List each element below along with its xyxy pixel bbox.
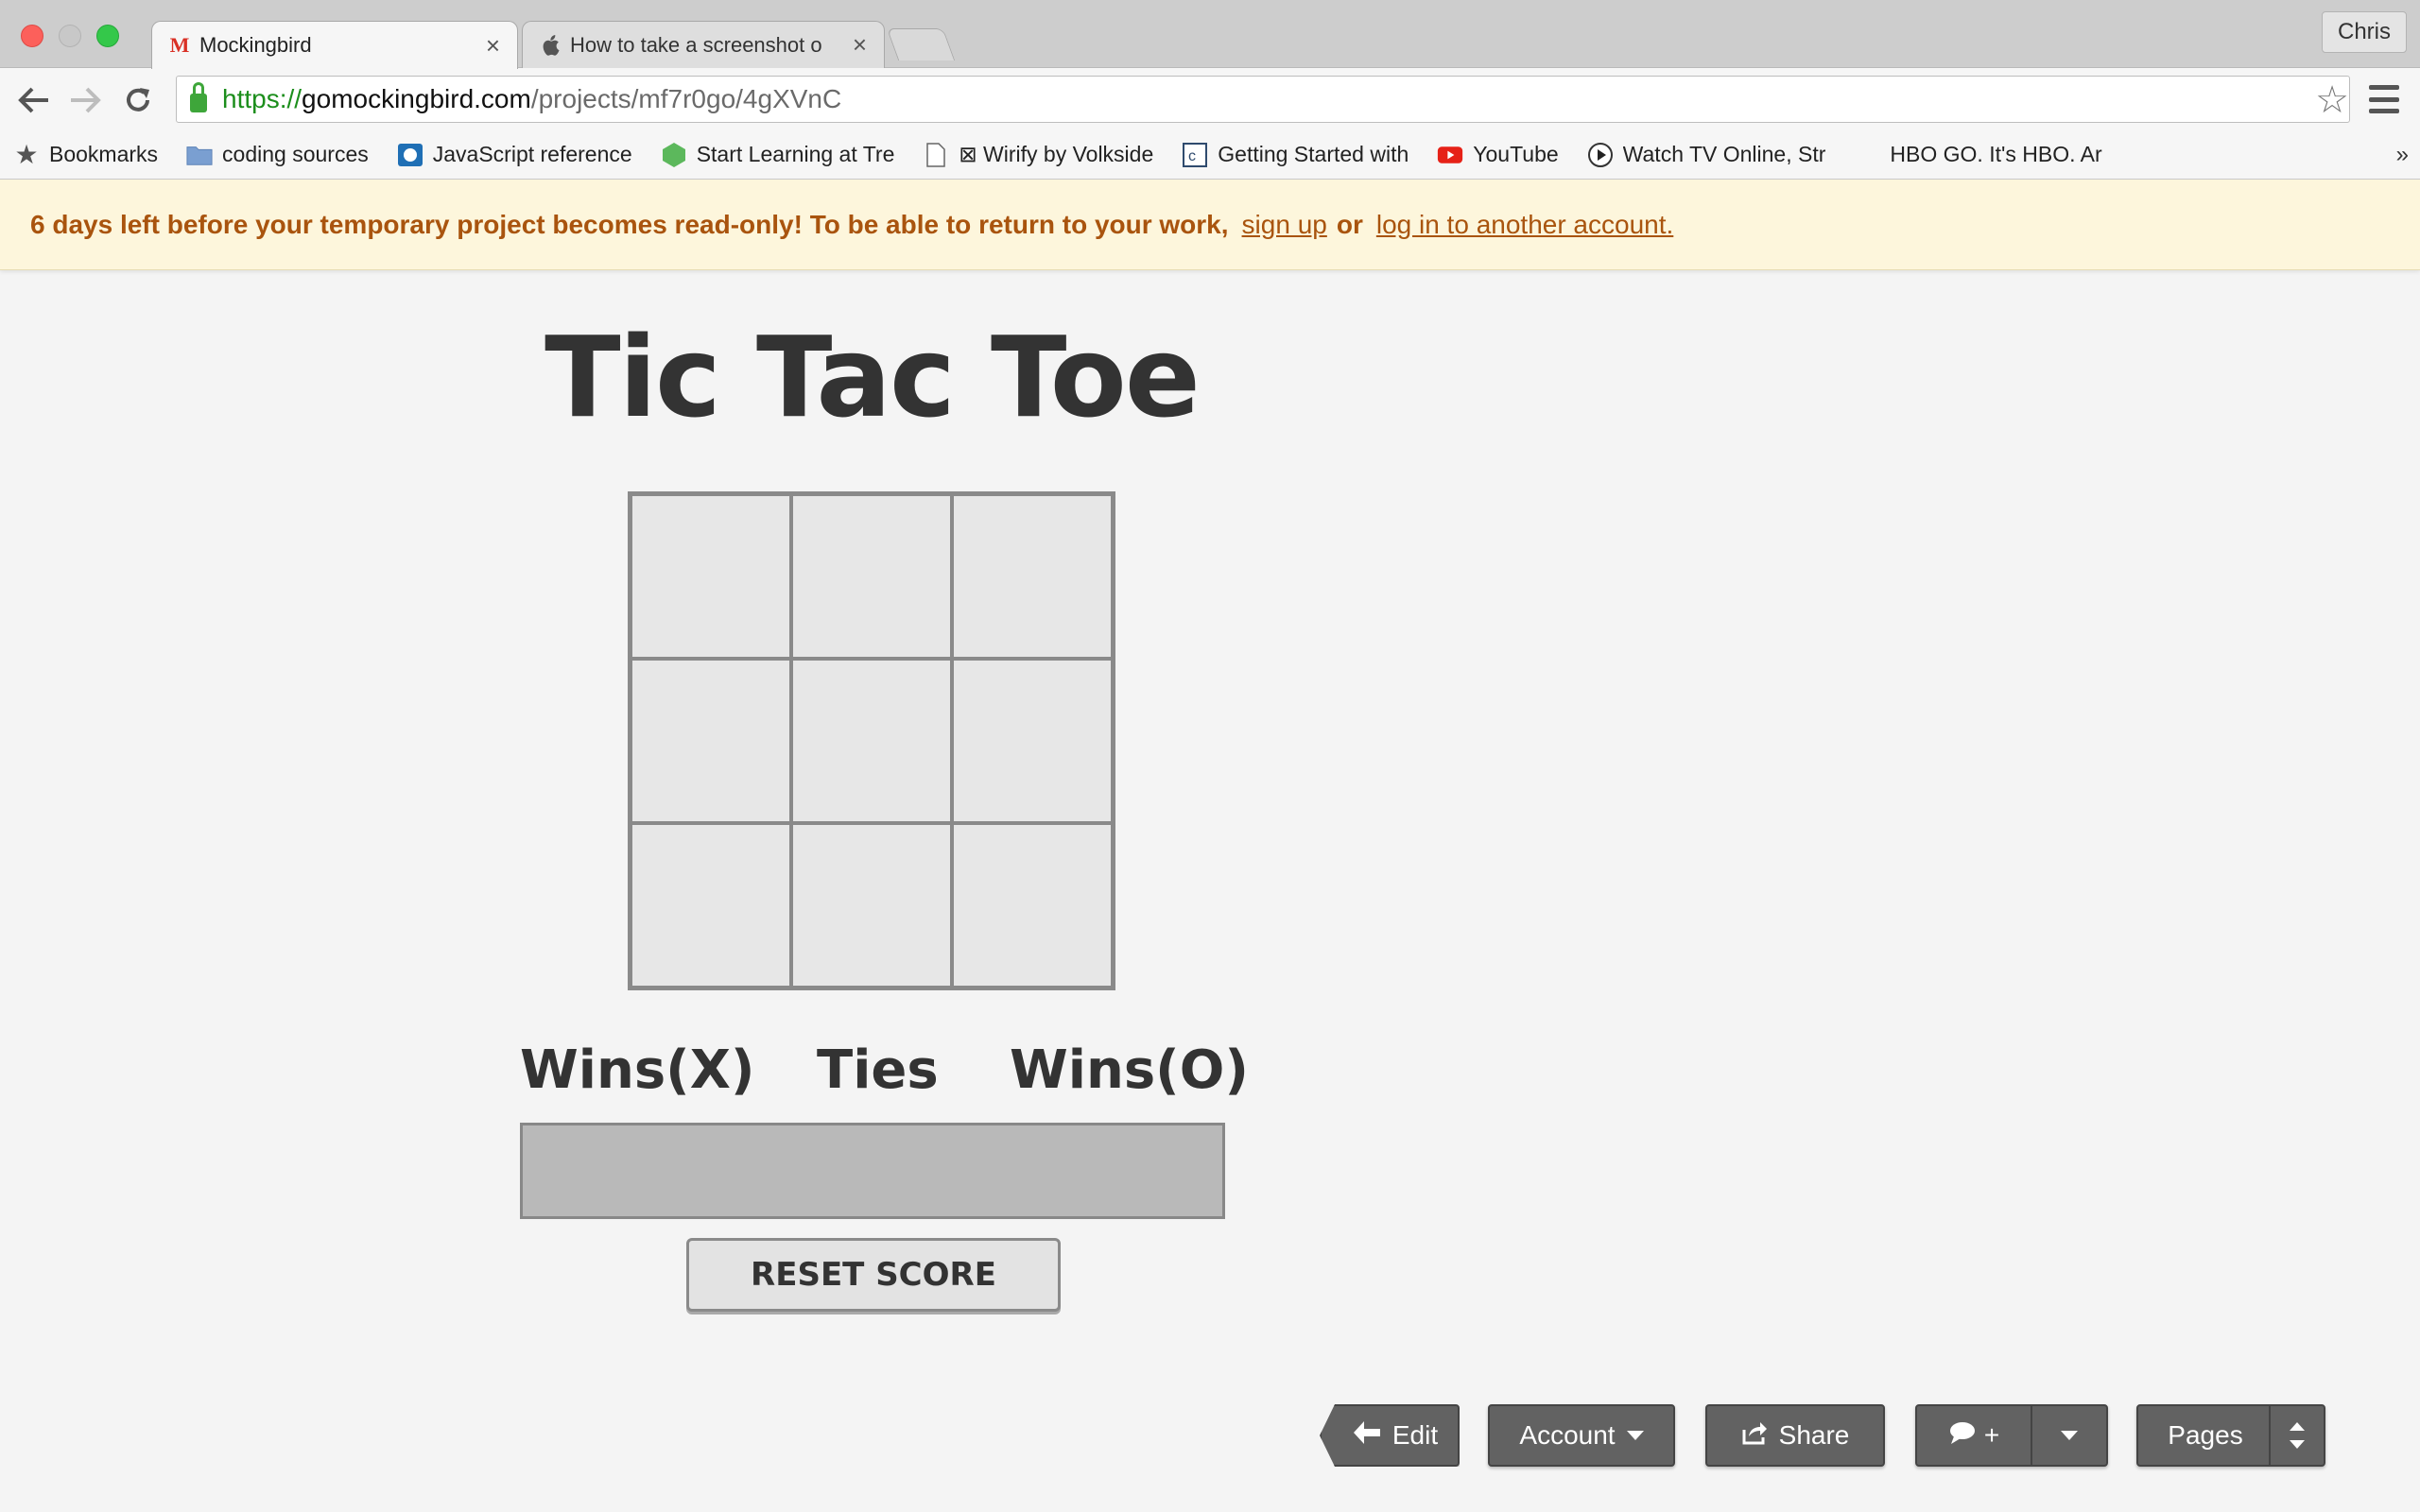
arrow-left-icon xyxy=(1353,1420,1381,1452)
bookmark-hbo-go[interactable]: HBO GO. It's HBO. Ar xyxy=(1854,142,2101,167)
bookmark-label: coding sources xyxy=(222,142,369,166)
add-comment-button[interactable]: + xyxy=(1917,1406,2031,1465)
bookmark-label: HBO GO. It's HBO. Ar xyxy=(1890,142,2102,166)
notice-or-text: or xyxy=(1336,209,1363,239)
board-cell-3[interactable] xyxy=(952,494,1113,659)
forward-arrow-icon[interactable] xyxy=(66,81,104,119)
hbo-icon xyxy=(1854,143,1880,167)
bookmark-watch-tv[interactable]: Watch TV Online, Str xyxy=(1587,142,1826,167)
reload-icon[interactable] xyxy=(119,81,157,119)
bookmark-treehouse[interactable]: Start Learning at Tre xyxy=(661,142,895,167)
minimize-window-button[interactable] xyxy=(59,25,81,47)
youtube-icon xyxy=(1437,143,1463,167)
bookmark-bookmarks[interactable]: ★ Bookmarks xyxy=(13,142,158,167)
page-icon xyxy=(923,142,949,167)
page-title: Tic Tac Toe xyxy=(544,312,1201,442)
lock-icon xyxy=(190,82,207,112)
tab-title: Mockingbird xyxy=(199,33,312,57)
new-tab-button[interactable] xyxy=(886,28,956,60)
svg-text:c: c xyxy=(1188,148,1196,164)
profile-button[interactable]: Chris xyxy=(2321,11,2407,53)
log-in-link[interactable]: log in to another account. xyxy=(1376,210,1673,240)
mockingbird-favicon-icon: M xyxy=(169,33,190,57)
bookmark-label: YouTube xyxy=(1473,142,1559,166)
tic-tac-toe-board xyxy=(628,491,1115,990)
add-comment-label: + xyxy=(1983,1420,2000,1450)
board-cell-4[interactable] xyxy=(631,659,791,823)
bookmark-youtube[interactable]: YouTube xyxy=(1437,142,1559,167)
comment-options-button[interactable] xyxy=(2032,1406,2106,1465)
comment-split-button: + xyxy=(1915,1404,2108,1467)
bookmarks-bar: ★ Bookmarks coding sources JavaScript re… xyxy=(0,130,2420,180)
tab-title: How to take a screenshot o xyxy=(570,32,822,57)
score-display xyxy=(520,1123,1225,1219)
close-window-button[interactable] xyxy=(21,25,43,47)
board-cell-2[interactable] xyxy=(791,494,952,659)
mdn-icon xyxy=(397,143,424,167)
address-bar[interactable]: https://gomockingbird.com/projects/mf7r0… xyxy=(176,76,2350,123)
bookmark-wirify[interactable]: ⊠ Wirify by Volkside xyxy=(923,142,1153,167)
star-icon: ★ xyxy=(14,142,39,167)
account-button[interactable]: Account xyxy=(1488,1404,1675,1467)
bookmark-label: Getting Started with xyxy=(1218,142,1409,166)
pages-button[interactable]: Pages xyxy=(2136,1404,2325,1467)
browser-tab-strip: M Mockingbird × How to take a screenshot… xyxy=(0,0,2420,69)
sign-up-link[interactable]: sign up xyxy=(1242,210,1327,240)
browser-toolbar: https://gomockingbird.com/projects/mf7r0… xyxy=(0,68,2420,130)
ties-heading: Ties xyxy=(817,1040,939,1101)
board-cell-5[interactable] xyxy=(791,659,952,823)
reset-score-button[interactable]: RESET SCORE xyxy=(686,1238,1061,1312)
close-tab-icon[interactable]: × xyxy=(486,31,500,60)
notice-message: 6 days left before your temporary projec… xyxy=(30,209,1229,239)
bookmark-label: Bookmarks xyxy=(49,142,159,166)
pages-stepper[interactable] xyxy=(2269,1406,2324,1465)
account-label: Account xyxy=(1519,1420,1616,1450)
more-bookmarks-icon[interactable]: » xyxy=(2396,142,2409,168)
comment-bubble-icon xyxy=(1948,1420,1977,1452)
url-scheme: https:// xyxy=(222,84,302,113)
share-label: Share xyxy=(1778,1420,1850,1450)
chevron-down-icon xyxy=(1626,1431,1644,1440)
edit-label: Edit xyxy=(1392,1420,1439,1450)
folder-icon xyxy=(186,143,213,167)
pages-label: Pages xyxy=(2168,1420,2243,1450)
url-host: gomockingbird.com xyxy=(302,84,531,113)
browser-menu-icon[interactable] xyxy=(2369,85,2399,113)
codeschool-icon: c xyxy=(1182,142,1208,167)
bookmark-label: JavaScript reference xyxy=(432,142,632,166)
bookmark-getting-started[interactable]: c Getting Started with xyxy=(1182,142,1409,167)
board-cell-7[interactable] xyxy=(631,823,791,988)
wins-x-heading: Wins(X) xyxy=(520,1040,755,1101)
back-arrow-icon[interactable] xyxy=(15,81,53,119)
board-cell-1[interactable] xyxy=(631,494,791,659)
play-icon xyxy=(1587,142,1614,167)
board-cell-8[interactable] xyxy=(791,823,952,988)
bookmark-label: Start Learning at Tre xyxy=(696,142,895,166)
tab-screenshot-howto[interactable]: How to take a screenshot o × xyxy=(522,21,885,68)
bookmark-javascript-reference[interactable]: JavaScript reference xyxy=(397,142,632,167)
share-icon xyxy=(1741,1420,1768,1452)
close-tab-icon[interactable]: × xyxy=(853,30,867,60)
share-button[interactable]: Share xyxy=(1705,1404,1885,1467)
treehouse-icon xyxy=(661,142,687,167)
chevron-down-icon[interactable] xyxy=(2290,1440,2305,1449)
bookmark-star-icon[interactable]: ☆ xyxy=(2315,78,2349,122)
bookmark-label: ⊠ Wirify by Volkside xyxy=(959,142,1154,166)
tab-mockingbird[interactable]: M Mockingbird × xyxy=(151,21,518,69)
url-path: /projects/mf7r0go/4gXVnC xyxy=(530,84,842,113)
read-only-notice: 6 days left before your temporary projec… xyxy=(0,180,2420,270)
bookmark-label: Watch TV Online, Str xyxy=(1622,142,1826,166)
zoom-window-button[interactable] xyxy=(96,25,119,47)
apple-icon xyxy=(540,34,561,56)
chevron-down-icon xyxy=(2061,1431,2078,1440)
board-cell-6[interactable] xyxy=(952,659,1113,823)
board-cell-9[interactable] xyxy=(952,823,1113,988)
bookmark-coding-sources[interactable]: coding sources xyxy=(186,142,369,167)
edit-button[interactable]: Edit xyxy=(1320,1404,1460,1467)
wins-o-heading: Wins(O) xyxy=(1010,1040,1249,1101)
chevron-up-icon[interactable] xyxy=(2290,1422,2305,1431)
